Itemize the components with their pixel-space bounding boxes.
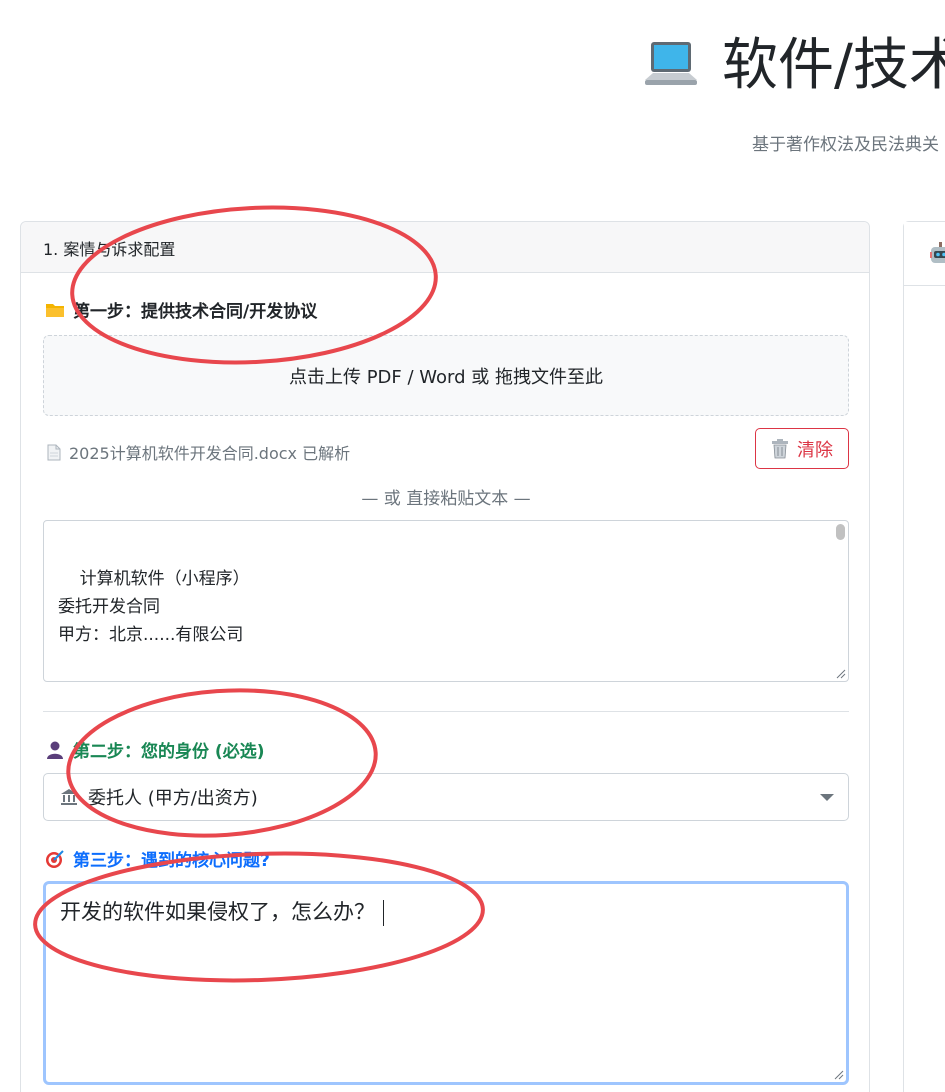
question-textarea[interactable]: 开发的软件如果侵权了，怎么办？ [43, 881, 849, 1085]
identity-select[interactable]: 委托人 (甲方/出资方) [43, 773, 849, 821]
resize-handle-icon[interactable] [834, 1070, 844, 1080]
target-icon [46, 849, 64, 868]
file-upload-dropzone[interactable]: 点击上传 PDF / Word 或 拖拽文件至此 [43, 335, 849, 416]
step3-label: 第三步：遇到的核心问题? [73, 851, 270, 871]
file-status-text: 2025计算机软件开发合同.docx 已解析 [69, 444, 351, 463]
step2-label-row: 第二步：您的身份 (必选) [45, 737, 264, 762]
upload-text: 点击上传 PDF / Word 或 拖拽文件至此 [288, 366, 603, 388]
section-divider [43, 711, 849, 712]
clear-label: 清除 [797, 439, 833, 461]
resize-handle-icon[interactable] [836, 669, 846, 679]
chevron-down-icon [820, 794, 834, 801]
question-text: 开发的软件如果侵权了，怎么办？ [60, 900, 375, 924]
bank-icon [61, 789, 77, 805]
card-header-title: 1. 案情与诉求配置 [21, 222, 869, 273]
case-config-card: 1. 案情与诉求配置 第一步：提供技术合同/开发协议 点击上传 PDF / Wo… [20, 221, 870, 1092]
laptop-icon [645, 42, 697, 85]
result-panel-header [904, 222, 945, 286]
contract-text: 计算机软件（小程序） 委托开发合同 甲方：北京......有限公司 乙方：...… [58, 569, 250, 645]
result-panel-card [903, 221, 945, 1092]
clear-button[interactable]: 清除 [755, 428, 849, 469]
document-icon [47, 444, 61, 460]
identity-selected-value: 委托人 (甲方/出资方) [88, 788, 258, 809]
step1-label: 第一步：提供技术合同/开发协议 [73, 302, 318, 322]
page-header: 软件/技术 基于著作权法及民法典关 [0, 0, 945, 200]
trash-icon [772, 438, 788, 458]
folder-icon [46, 303, 64, 317]
step2-label: 第二步：您的身份 (必选) [73, 742, 265, 762]
scrollbar-thumb[interactable] [836, 524, 845, 540]
text-cursor [383, 900, 384, 926]
step1-label-row: 第一步：提供技术合同/开发协议 [45, 297, 317, 322]
user-icon [47, 741, 63, 759]
page-subtitle: 基于著作权法及民法典关 [752, 135, 939, 155]
or-paste-divider: — 或 直接粘贴文本 — [361, 489, 531, 509]
contract-textarea[interactable]: 计算机软件（小程序） 委托开发合同 甲方：北京......有限公司 乙方：...… [43, 520, 849, 682]
step3-label-row: 第三步：遇到的核心问题? [45, 846, 270, 871]
robot-icon [930, 242, 945, 263]
page-title: 软件/技术 [722, 33, 945, 98]
file-status: 2025计算机软件开发合同.docx 已解析 [47, 440, 350, 464]
